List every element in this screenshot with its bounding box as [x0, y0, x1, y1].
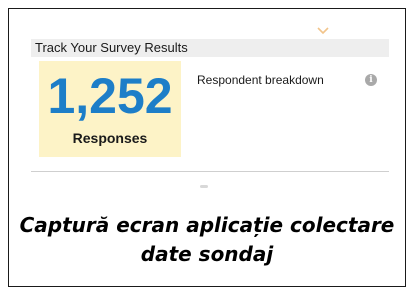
section-title: Track Your Survey Results: [35, 40, 188, 55]
scroll-indicator: [200, 185, 208, 188]
caption-line-1: Captură ecran aplicație colectare: [19, 213, 395, 237]
respondent-breakdown-link[interactable]: Respondent breakdown: [197, 73, 324, 87]
divider: [31, 171, 389, 172]
chevron-down-icon[interactable]: [317, 27, 329, 35]
caption: Captură ecran aplicație colectare date s…: [17, 211, 397, 269]
response-count: 1,252: [47, 68, 173, 124]
info-icon[interactable]: i: [365, 74, 377, 86]
header-bar: Track Your Survey Results: [31, 39, 389, 57]
response-count-card[interactable]: 1,252 Responses: [39, 61, 181, 157]
caption-line-2: date sondaj: [140, 242, 274, 266]
response-count-label: Responses: [72, 130, 148, 146]
screenshot-frame: Track Your Survey Results 1,252 Response…: [8, 8, 406, 287]
